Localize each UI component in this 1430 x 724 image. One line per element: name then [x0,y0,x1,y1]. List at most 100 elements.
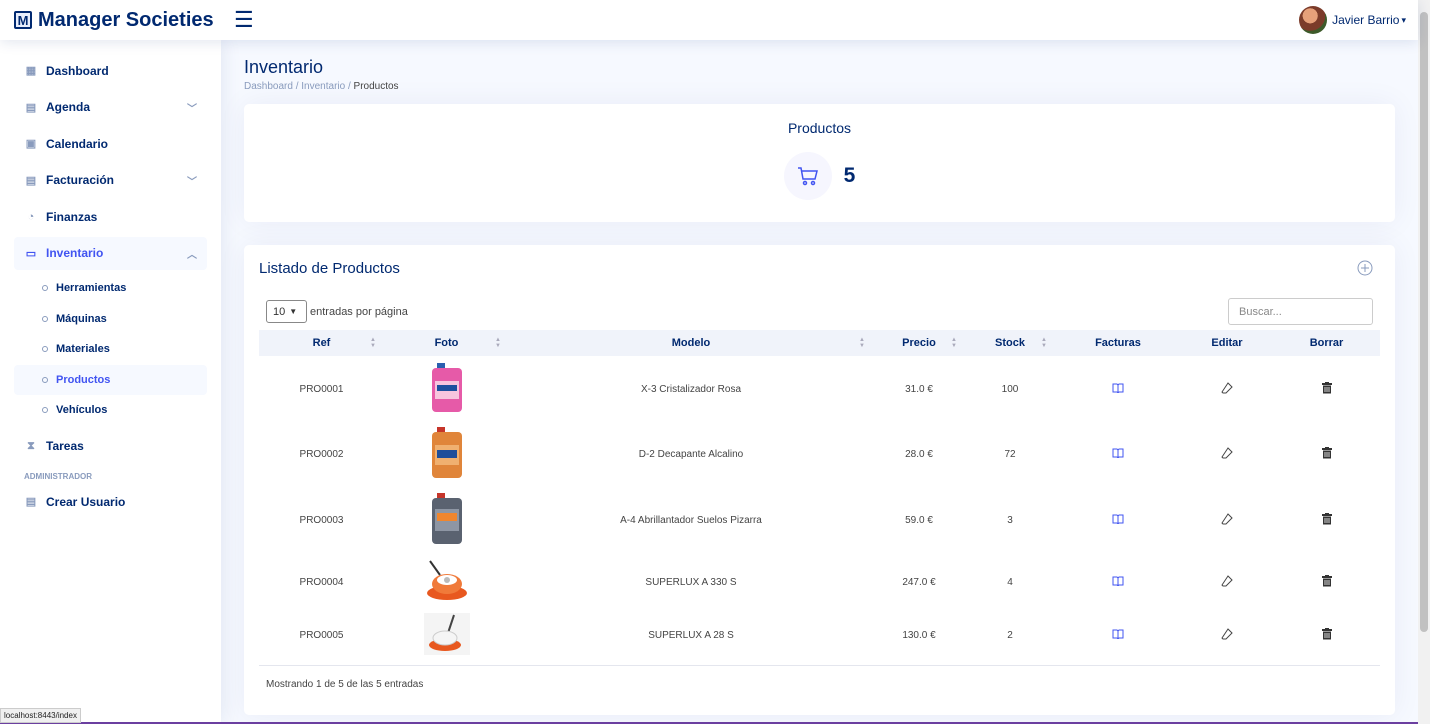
status-url: localhost:8443/index [0,708,81,723]
cell-ref: PRO0002 [299,449,344,460]
cell-borrar [1273,487,1380,553]
user-name[interactable]: Javier Barrio [1332,13,1399,27]
sidebar-heading: ADMINISTRADOR [24,472,92,481]
sidebar-subitem-label: Materiales [56,343,110,356]
sidebar-item-calendario[interactable]: ▣ Calendario [14,127,207,160]
cell-borrar [1273,422,1380,487]
table-header-row: Ref ▲ ▼ Foto ▲ ▼ Modelo ▲ ▼ Precio ▲ ▼ Stock ▲ ▼ F… [259,330,1380,356]
sidebar-item-label: Tareas [46,439,84,453]
sidebar-subitem-maquinas[interactable]: Máquinas [14,304,207,335]
sort-icon: ▲ ▼ [370,337,376,349]
sidebar-subitem-label: Máquinas [56,312,107,325]
cell-editar [1181,422,1273,487]
sidebar-subitem-herramientas[interactable]: Herramientas [14,273,207,304]
eraser-icon[interactable] [1221,381,1233,397]
cell-foto [384,356,509,422]
sidebar-item-agenda[interactable]: ▤ Agenda ﹀ [14,91,207,124]
cell-editar [1181,356,1273,422]
eraser-icon[interactable] [1221,627,1233,643]
sidebar-item-facturacion[interactable]: ▤ Facturación ﹀ [14,164,207,197]
trash-icon[interactable] [1321,381,1332,397]
cell-stock: 100 [1001,383,1019,395]
chevron-up-icon: ︿ [187,249,197,261]
col-precio[interactable]: Precio ▲ ▼ [873,330,965,356]
breadcrumb-current: Productos [353,81,399,92]
sidebar-item-dashboard[interactable]: ▦ Dashboard [14,54,207,87]
col-foto[interactable]: Foto ▲ ▼ [384,330,509,356]
cell-precio: 130.0 € [902,629,936,641]
calendar-icon: ▣ [25,138,37,150]
col-ref[interactable]: Ref ▲ ▼ [259,330,384,356]
book-icon[interactable] [1112,514,1124,527]
col-modelo[interactable]: Modelo ▲ ▼ [509,330,873,356]
sidebar-item-label: Finanzas [46,209,98,224]
breadcrumb-link-dashboard[interactable]: Dashboard [244,81,293,92]
product-image [431,427,462,478]
sidebar-subitem-productos[interactable]: Productos [14,364,207,395]
circle-icon [42,346,48,353]
product-image [431,492,462,544]
cell-facturas [1055,487,1181,553]
trash-icon[interactable] [1321,627,1332,643]
book-icon[interactable] [1112,629,1124,642]
eraser-icon[interactable] [1221,574,1233,590]
box-icon: ▭ [25,247,37,260]
eraser-icon[interactable] [1221,512,1233,528]
logo-icon: M [14,11,32,29]
sidebar-item-tareas[interactable]: ⧗ Tareas [14,430,207,463]
cell-ref: PRO0005 [299,629,344,641]
eraser-icon[interactable] [1221,447,1233,462]
trash-icon[interactable] [1321,447,1332,462]
add-circle-icon[interactable] [1357,260,1373,279]
cell-modelo: SUPERLUX A 330 S [645,576,737,588]
sidebar-subitem-label: Vehículos [56,404,108,417]
menu-toggle-icon[interactable]: ☰ [234,9,254,31]
book-icon[interactable] [1112,576,1124,589]
logo[interactable]: M Manager Societies [0,9,226,32]
avatar[interactable] [1299,6,1328,34]
page-title-block: Inventario Dashboard / Inventario / Prod… [244,57,1395,92]
products-count-card: Productos 5 [244,104,1395,222]
cell-precio: 31.0 € [905,383,933,395]
sidebar-subitem-materiales[interactable]: Materiales [14,334,207,365]
table-row: PRO0005 SUPERLUX A 28 S 130.0 € 2 [259,611,1380,659]
sidebar: ▦ Dashboard ▤ Agenda ﹀ ▣ Calendario ▤ Fa… [0,40,221,724]
product-image [431,362,462,412]
search-input[interactable]: Buscar... [1228,298,1373,325]
sort-icon: ▲ ▼ [951,337,957,349]
book-icon[interactable] [1112,383,1124,396]
caret-down-icon[interactable]: ▾ [1401,15,1406,26]
app-title: Manager Societies [38,8,214,31]
list-title: Listado de Productos [259,260,400,277]
sort-icon: ▲ ▼ [1041,337,1047,349]
sidebar-subitem-vehiculos[interactable]: Vehículos [14,395,207,426]
cell-modelo: SUPERLUX A 28 S [648,629,734,641]
sidebar-item-crear-usuario[interactable]: ▤ Crear Usuario [14,485,207,518]
user-menu[interactable]: Javier Barrio ▾ [1299,6,1406,34]
products-table: Ref ▲ ▼ Foto ▲ ▼ Modelo ▲ ▼ Precio ▲ ▼ Stock ▲ ▼ F… [259,330,1380,659]
sidebar-item-label: Crear Usuario [46,494,126,509]
cell-foto [384,611,509,659]
col-facturas: Facturas [1055,330,1181,356]
main: Inventario Dashboard / Inventario / Prod… [244,40,1395,715]
sidebar-subitem-label: Productos [56,373,111,386]
scrollbar[interactable] [1418,0,1430,724]
breadcrumb-link-inventario[interactable]: Inventario [301,81,345,92]
cell-editar [1181,611,1273,659]
scrollbar-thumb[interactable] [1420,12,1428,632]
cell-precio: 247.0 € [902,576,936,588]
col-borrar: Borrar [1273,330,1380,356]
book-icon[interactable] [1112,448,1124,461]
sidebar-item-finanzas[interactable]: ◔ Finanzas [14,200,207,233]
sidebar-item-label: Agenda [46,100,91,114]
products-list-card: Listado de Productos 10 ▼ entradas por p… [244,245,1395,715]
col-stock[interactable]: Stock ▲ ▼ [965,330,1055,356]
cell-foto [384,487,509,553]
product-image [426,559,467,600]
page-size-select[interactable]: 10 ▼ [266,300,307,323]
sidebar-item-inventario[interactable]: ▭ Inventario ︿ [14,236,207,270]
cell-ref: PRO0003 [299,514,344,526]
cell-precio: 28.0 € [905,449,933,460]
trash-icon[interactable] [1321,512,1332,528]
trash-icon[interactable] [1321,574,1332,590]
